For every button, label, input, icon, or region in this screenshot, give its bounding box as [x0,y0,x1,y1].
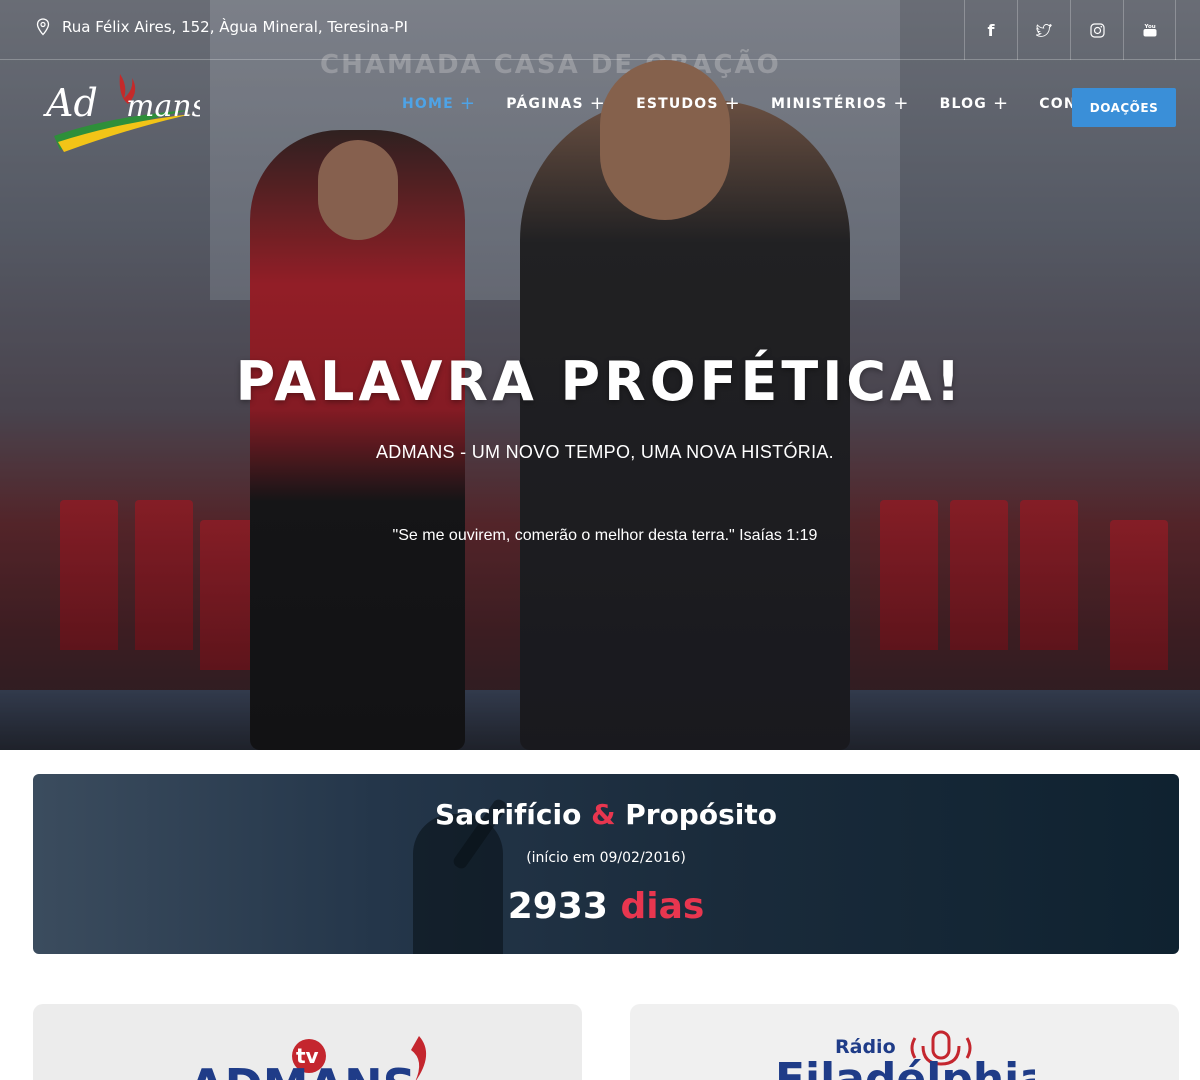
nav-item-home[interactable]: HOME + [402,93,477,114]
silhouette-figure [413,814,503,954]
youtube-link[interactable]: You [1123,0,1176,60]
days-count-unit: dias [620,886,705,927]
svg-text:You: You [1143,24,1155,30]
admans-logo[interactable]: Ad mans [40,66,200,156]
nav-item-estudos[interactable]: ESTUDOS + [636,93,741,114]
plus-icon: + [893,93,910,114]
instagram-icon [1089,22,1105,38]
nav-item-label: HOME [402,96,454,112]
twitter-link[interactable] [1017,0,1070,60]
banner-title-ampersand: & [591,798,616,831]
svg-text:Ad: Ad [43,81,98,125]
banner-title-part1: Sacrifício [435,798,582,831]
instagram-link[interactable] [1070,0,1123,60]
nav-item-label: BLOG [939,96,987,112]
tv-admans-text: ADMANS [189,1059,416,1080]
days-count: 2933 dias [33,886,1179,927]
main-nav: HOME + PÁGINAS + ESTUDOS + MINISTÉRIOS +… [402,93,1163,114]
facebook-link[interactable]: f [964,0,1017,60]
days-counter-banner: Sacrifício & Propósito (início em 09/02/… [33,774,1179,954]
plus-icon: + [589,93,607,114]
plus-icon: + [992,93,1010,114]
facebook-icon: f [987,20,995,40]
banner-start-date: (início em 09/02/2016) [526,850,686,866]
plus-icon: + [724,93,741,114]
donate-button[interactable]: DOAÇÕES [1072,88,1176,127]
youtube-icon: You [1143,24,1156,37]
nav-item-label: ESTUDOS [636,96,719,112]
days-count-value: 2933 [507,886,608,927]
hero-verse: "Se me ouvirem, comerão o melhor desta t… [392,527,818,544]
nav-item-label: PÁGINAS [506,96,584,112]
map-pin-icon [36,18,50,36]
hero-subtitle: ADMANS - UM NOVO TEMPO, UMA NOVA HISTÓRI… [376,442,834,462]
social-links: f You [964,0,1176,60]
hero-title: PALAVRA PROFÉTICA! [235,350,965,413]
nav-item-paginas[interactable]: PÁGINAS + [506,93,607,114]
tv-admans-card[interactable]: tv ADMANS [33,1004,582,1080]
address-text: Rua Félix Aires, 152, Àgua Mineral, Tere… [62,18,408,36]
banner-title-part2: Propósito [625,798,777,831]
nav-item-label: MINISTÉRIOS [770,96,888,112]
nav-item-blog[interactable]: BLOG + [939,93,1010,114]
plus-icon: + [459,93,477,114]
banner-title: Sacrifício & Propósito [33,798,1179,831]
nav-item-ministerios[interactable]: MINISTÉRIOS + [770,93,910,114]
address: Rua Félix Aires, 152, Àgua Mineral, Tere… [36,18,408,36]
radio-main-text: Filadélphia [775,1054,1035,1080]
radio-filadelphia-card[interactable]: Rádio Filadélphia [630,1004,1179,1080]
radio-filadelphia-logo: Rádio Filadélphia [775,1030,1035,1080]
tv-admans-logo: tv ADMANS [189,1036,426,1080]
top-bar: Rua Félix Aires, 152, Àgua Mineral, Tere… [0,0,1200,60]
svg-text:mans: mans [126,89,200,124]
twitter-icon [1036,23,1052,37]
